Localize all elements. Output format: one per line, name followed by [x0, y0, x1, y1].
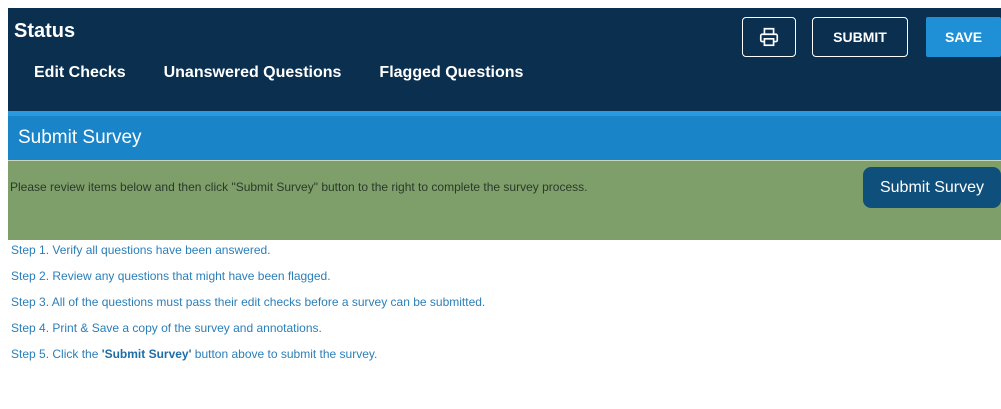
instructions-text: Please review items below and then click… — [10, 180, 588, 194]
steps-list: Step 1. Verify all questions have been a… — [11, 241, 485, 371]
step-1: Step 1. Verify all questions have been a… — [11, 243, 271, 257]
step-2: Step 2. Review any questions that might … — [11, 269, 331, 283]
step-4: Step 4. Print & Save a copy of the surve… — [11, 321, 322, 335]
nav-edit-checks[interactable]: Edit Checks — [34, 64, 126, 82]
status-page: Status Edit Checks Unanswered Questions … — [8, 8, 1001, 406]
printer-icon — [759, 27, 779, 47]
save-button[interactable]: SAVE — [926, 17, 1001, 57]
step-3: Step 3. All of the questions must pass t… — [11, 295, 486, 309]
nav-unanswered-questions[interactable]: Unanswered Questions — [164, 64, 342, 82]
step-5-emphasis: 'Submit Survey' — [101, 347, 192, 361]
panel-title: Submit Survey — [18, 127, 142, 148]
submit-survey-button[interactable]: Submit Survey — [863, 167, 1001, 208]
submit-survey-panel-header: Submit Survey — [8, 111, 1001, 160]
status-nav: Edit Checks Unanswered Questions Flagged… — [34, 64, 561, 82]
submit-button[interactable]: SUBMIT — [812, 17, 908, 57]
nav-flagged-questions[interactable]: Flagged Questions — [379, 64, 523, 82]
page-title: Status — [14, 20, 76, 42]
step-5-prefix: Step 5. Click the — [11, 347, 102, 361]
print-button[interactable] — [742, 17, 796, 57]
top-bar: Status Edit Checks Unanswered Questions … — [8, 8, 1001, 111]
step-5-suffix: button above to submit the survey. — [191, 347, 378, 361]
step-5: Step 5. Click the 'Submit Survey' button… — [11, 345, 485, 371]
instructions-banner: Please review items below and then click… — [8, 160, 1001, 240]
